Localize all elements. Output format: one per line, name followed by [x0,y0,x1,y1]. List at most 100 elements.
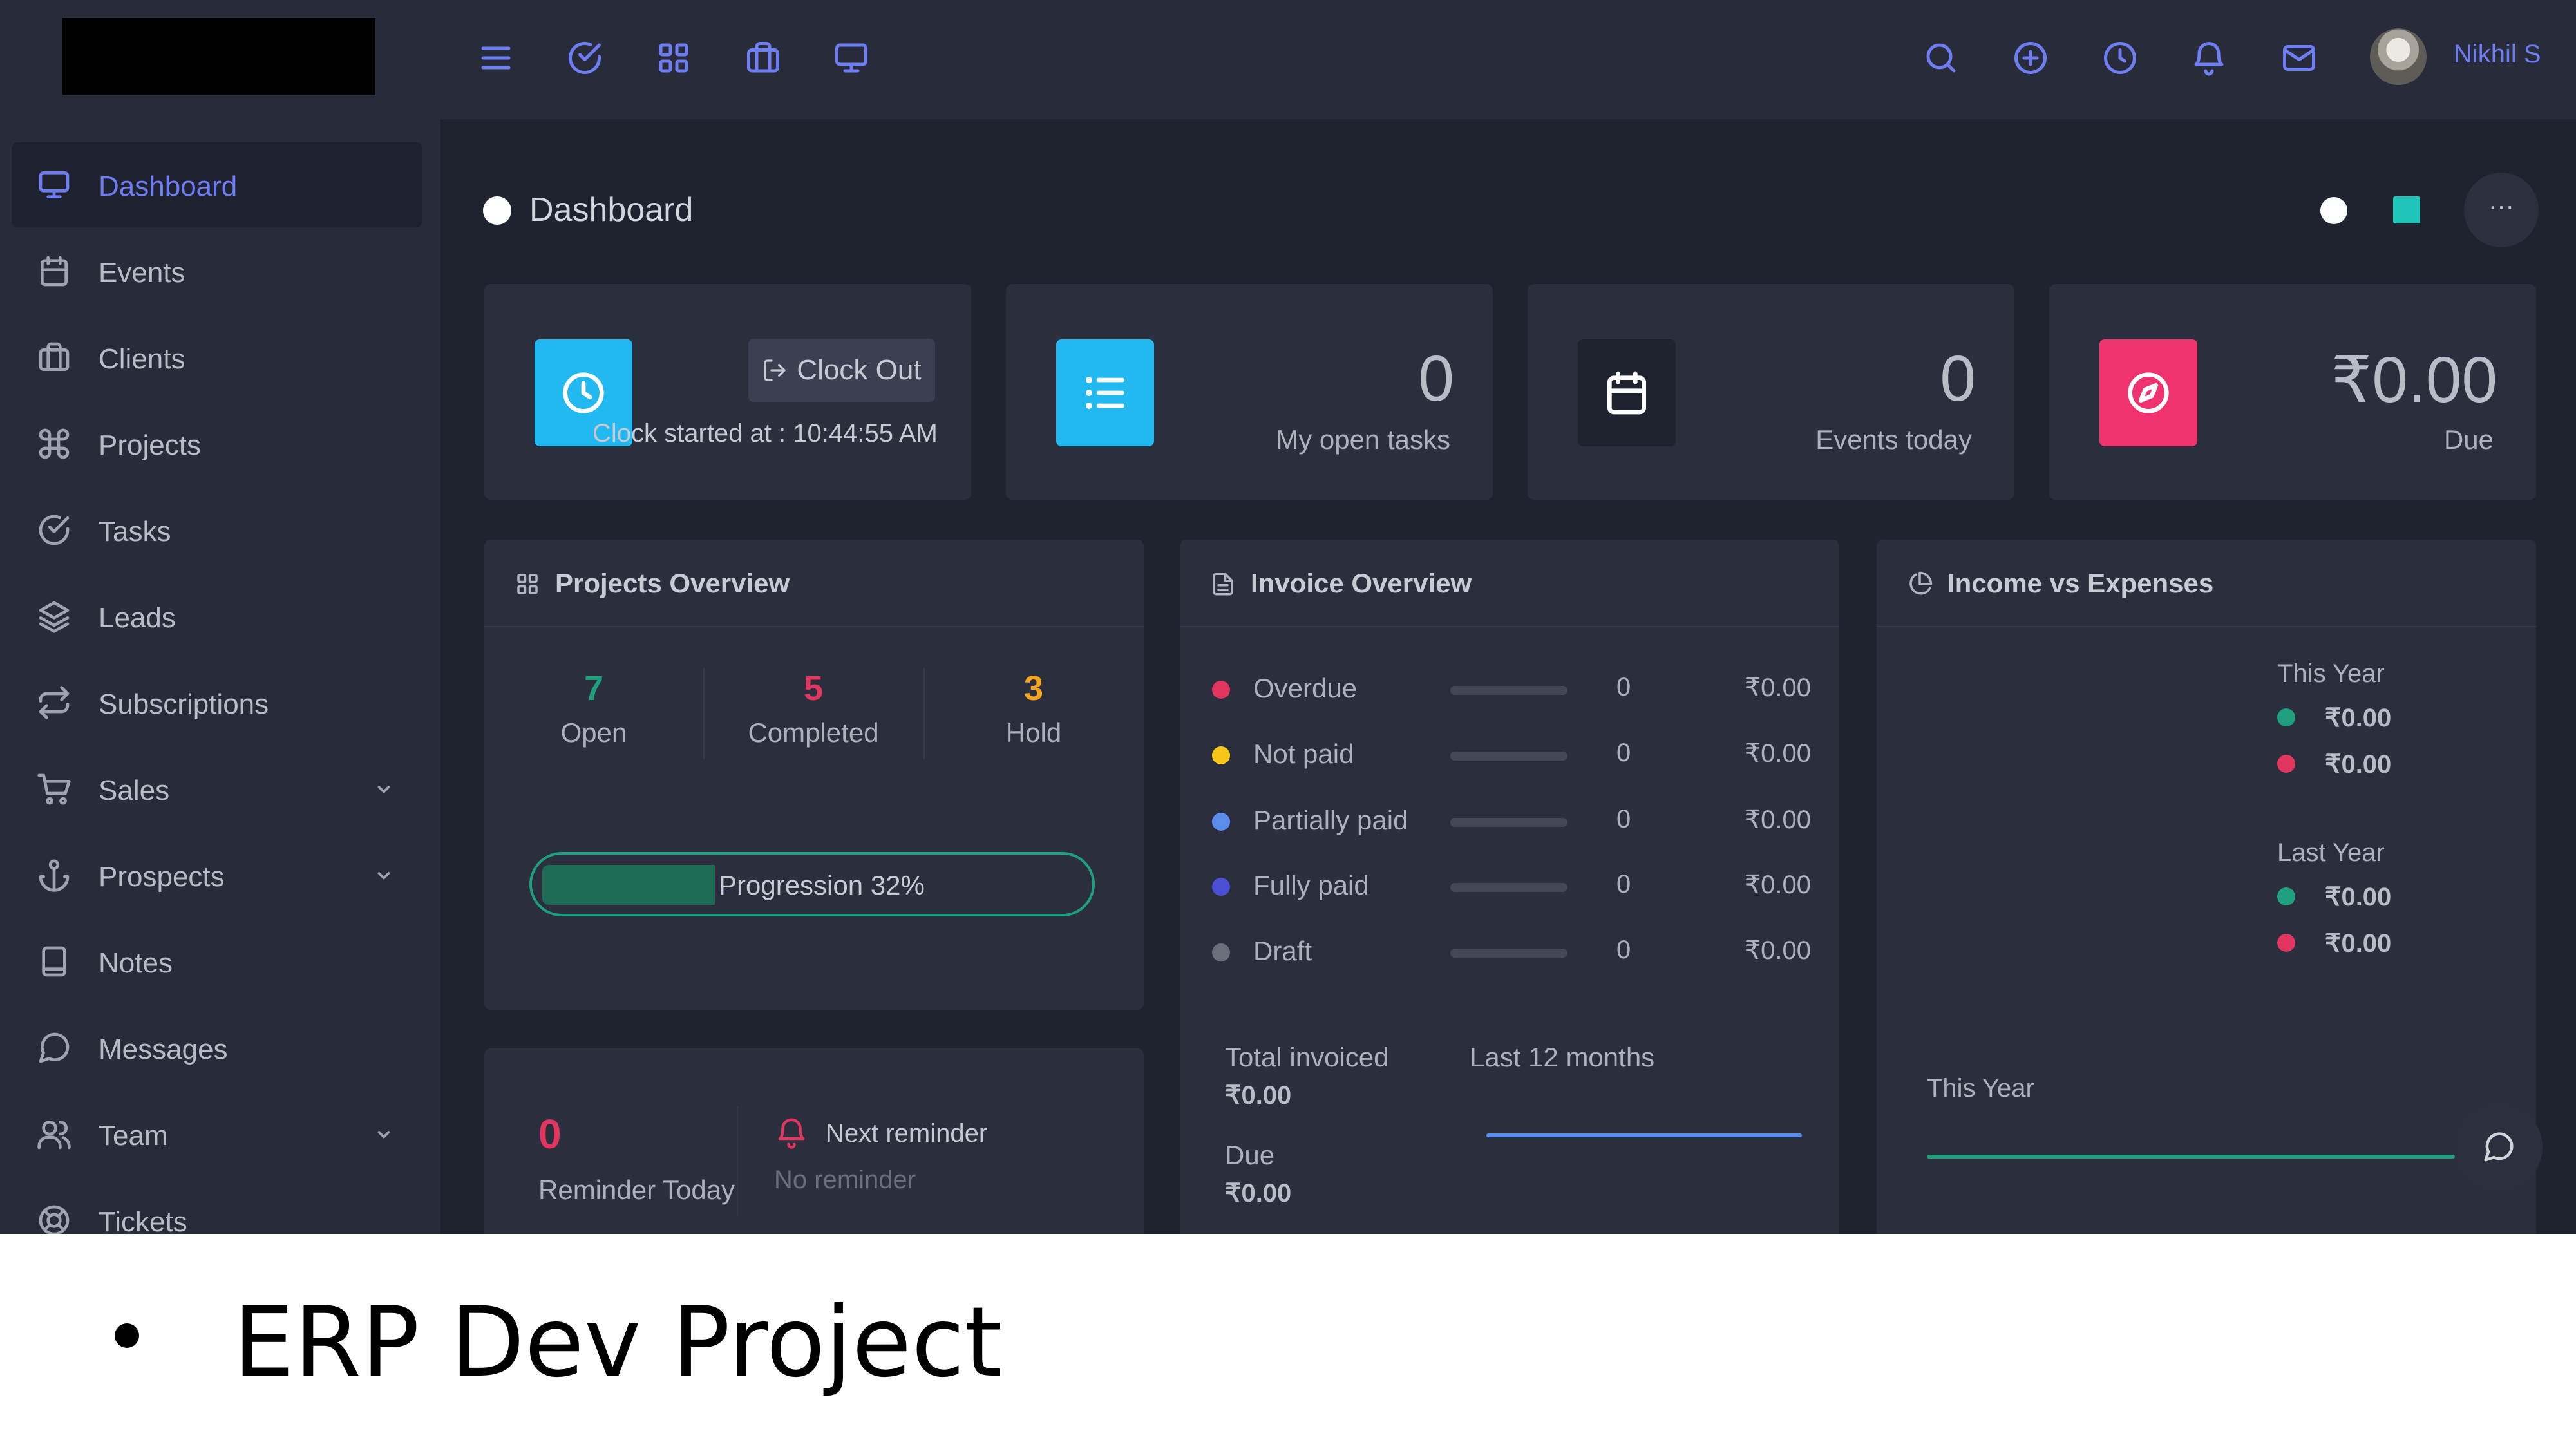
sidebar-item-label: Events [99,257,185,289]
invoice-bar [1450,883,1567,892]
sidebar-item-leads[interactable]: Leads [12,574,422,659]
check-circle-icon[interactable] [565,39,604,77]
sidebar-item-dashboard[interactable]: Dashboard [12,142,422,227]
stat-value: 7 [583,669,604,708]
theme-toggle[interactable] [2320,197,2347,224]
menu-icon[interactable] [477,39,515,77]
progress-label: Progression 32% [719,870,925,900]
sidebar-item-label: Clients [99,343,185,375]
invoice-amount: ₹0.00 [1744,739,1811,768]
invoice-amount: ₹0.00 [1744,674,1811,702]
income-expenses-panel: Income vs Expenses This Year ₹0.00 ₹0.00… [1877,540,2536,1234]
sidebar-item-label: Subscriptions [99,688,269,720]
sidebar-item-events[interactable]: Events [12,229,422,314]
due-amount: ₹0.00 [2331,344,2497,416]
invoice-bar [1450,818,1567,827]
status-dot [1212,943,1230,961]
user-name[interactable]: Nikhil S [2454,40,2541,69]
last-year-expense: ₹0.00 [2325,929,2392,958]
due-label: Due [2443,424,2494,455]
projects-completed-stat[interactable]: 5 Completed [704,668,923,748]
panel-header: Projects Overview [484,540,1144,627]
this-year-label: This Year [2277,659,2385,688]
status-dot [1212,681,1230,699]
invoice-status-label: Draft [1253,936,1312,966]
bell-icon[interactable] [2190,39,2228,77]
chevron-down-icon[interactable] [372,1122,395,1146]
sidebar-item-tasks[interactable]: Tasks [12,488,422,573]
last-year-income: ₹0.00 [2325,883,2392,911]
sidebar-item-subscriptions[interactable]: Subscriptions [12,660,422,745]
sidebar-item-team[interactable]: Team [12,1092,422,1177]
invoice-count: 0 [1616,870,1631,898]
invoice-row-overdue[interactable]: Overdue 0 ₹0.00 [1212,670,1811,709]
invoice-row-fully-paid[interactable]: Fully paid 0 ₹0.00 [1212,867,1811,906]
chat-button[interactable] [2455,1103,2543,1191]
monitor-icon[interactable] [832,39,871,77]
stat-value: 5 [803,669,824,708]
period-label: Last 12 months [1470,1042,1655,1072]
due-card[interactable]: ₹0.00 Due [2049,284,2536,500]
app-screenshot: Nikhil S Dashboard Events Clients Projec… [0,0,2576,1234]
invoice-row-partially-paid[interactable]: Partially paid 0 ₹0.00 [1212,802,1811,841]
sidebar-item-projects[interactable]: Projects [12,401,422,486]
sidebar-item-label: Prospects [99,861,225,893]
chevron-down-icon[interactable] [372,864,395,887]
pie-chart-icon [1906,571,1933,598]
clock-out-button[interactable]: Clock Out [748,339,935,402]
logo-redacted [62,18,375,95]
open-tasks-card[interactable]: 0 My open tasks [1006,284,1493,500]
logout-icon [764,359,786,381]
grid-icon[interactable] [654,39,693,77]
stat-value: 3 [1023,669,1044,708]
sidebar-item-messages[interactable]: Messages [12,1005,422,1090]
sidebar-item-clients[interactable]: Clients [12,315,422,400]
this-year-income: ₹0.00 [2325,704,2392,732]
invoice-row-not-paid[interactable]: Not paid 0 ₹0.00 [1212,736,1811,775]
projects-hold-stat[interactable]: 3 Hold [924,668,1143,748]
chevron-down-icon[interactable] [372,777,395,800]
sidebar-item-label: Tickets [99,1206,187,1234]
status-dot [1212,813,1230,831]
sidebar-item-sales[interactable]: Sales [12,746,422,831]
expense-dot [2277,934,2295,952]
invoice-amount: ₹0.00 [1744,806,1811,834]
mail-icon[interactable] [2280,39,2318,77]
layers-icon [36,598,72,634]
clock-icon[interactable] [2101,39,2139,77]
invoice-trend-line [1486,1133,1802,1137]
briefcase-icon[interactable] [744,39,782,77]
search-icon[interactable] [1922,39,1960,77]
slide-caption: ERP Dev Project [233,1287,1003,1399]
color-swatch[interactable] [2393,196,2420,223]
sidebar-item-tickets[interactable]: Tickets [12,1178,422,1234]
avatar[interactable] [2370,28,2427,85]
calendar-icon [1578,339,1676,446]
more-options-button[interactable]: ··· [2464,173,2539,247]
progress-fill [542,865,715,905]
invoice-row-draft[interactable]: Draft 0 ₹0.00 [1212,933,1811,972]
invoice-bar [1450,686,1567,695]
this-year-expense: ₹0.00 [2325,750,2392,779]
invoice-amount: ₹0.00 [1744,871,1811,899]
sidebar-item-label: Tasks [99,516,171,547]
invoice-amount: ₹0.00 [1744,936,1811,965]
sidebar-item-label: Team [99,1120,168,1151]
events-today-card[interactable]: 0 Events today [1528,284,2014,500]
reminder-today-label: Reminder Today [538,1175,735,1205]
events-today-count: 0 [1940,343,1976,415]
invoice-status-label: Fully paid [1253,870,1369,900]
sidebar-item-notes[interactable]: Notes [12,919,422,1004]
invoice-count: 0 [1616,805,1631,833]
income-trend-line [1927,1155,2455,1159]
panel-header: Income vs Expenses [1877,540,2536,627]
stat-label: Hold [1005,717,1062,748]
plus-circle-icon[interactable] [2011,39,2050,77]
top-bar: Nikhil S [0,0,2576,119]
sidebar-item-label: Dashboard [99,171,238,202]
panel-title: Invoice Overview [1251,568,1472,598]
panel-title: Projects Overview [555,568,790,598]
next-reminder-value: No reminder [774,1166,916,1194]
projects-open-stat[interactable]: 7 Open [484,668,703,748]
sidebar-item-prospects[interactable]: Prospects [12,833,422,918]
